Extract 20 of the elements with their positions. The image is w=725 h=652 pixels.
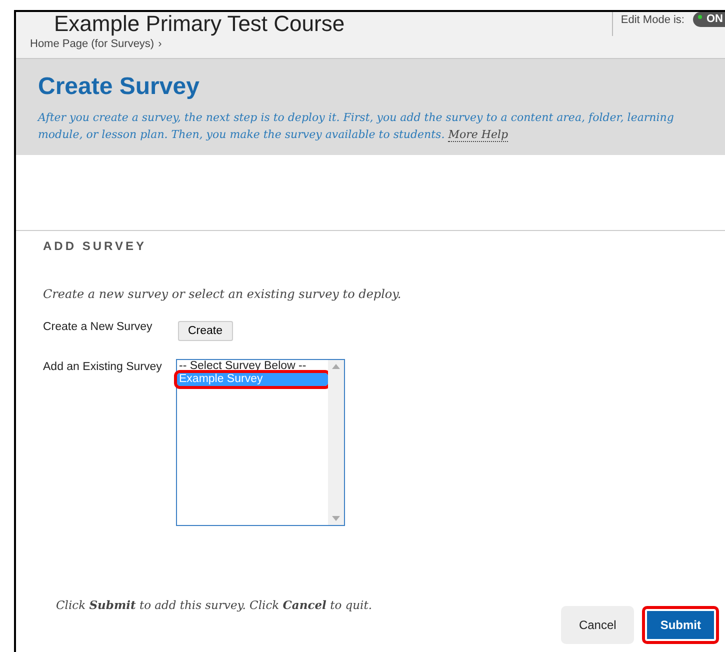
create-label: Create a New Survey	[43, 321, 154, 333]
breadcrumb-separator: ›	[158, 38, 162, 50]
instructions-text: Create a new survey or select an existing survey to deploy.	[43, 287, 402, 301]
survey-list[interactable]: -- Select Survey Below -- Example Survey	[176, 359, 345, 526]
breadcrumb-link[interactable]: Home Page (for Surveys)	[30, 38, 154, 50]
section-heading: ADD SURVEY	[43, 239, 148, 253]
more-help-link[interactable]: More Help	[448, 128, 508, 142]
intro-text: After you create a survey, the next step is to deploy it. First, you add the survey to a content area, folder, learning module, or lesson plan. Then, you make the survey available to students. More Help	[38, 110, 675, 143]
edit-mode-toggle[interactable]: ON	[692, 12, 725, 27]
existing-label: Add an Existing Survey	[43, 361, 163, 373]
page-title: Create Survey	[38, 73, 200, 101]
submit-button[interactable]: Submit	[642, 606, 719, 644]
cancel-button[interactable]: Cancel	[560, 606, 634, 644]
create-button[interactable]: Create	[178, 321, 233, 341]
scroll-up-icon[interactable]	[332, 364, 340, 369]
survey-option[interactable]: -- Select Survey Below --	[177, 360, 328, 373]
scroll-down-icon[interactable]	[332, 516, 340, 521]
edit-mode-label: Edit Mode is:	[620, 14, 684, 26]
footer-note: Click Submit to add this survey. Click Cancel to quit.	[56, 598, 374, 612]
course-title: Example Primary Test Course	[54, 12, 346, 36]
